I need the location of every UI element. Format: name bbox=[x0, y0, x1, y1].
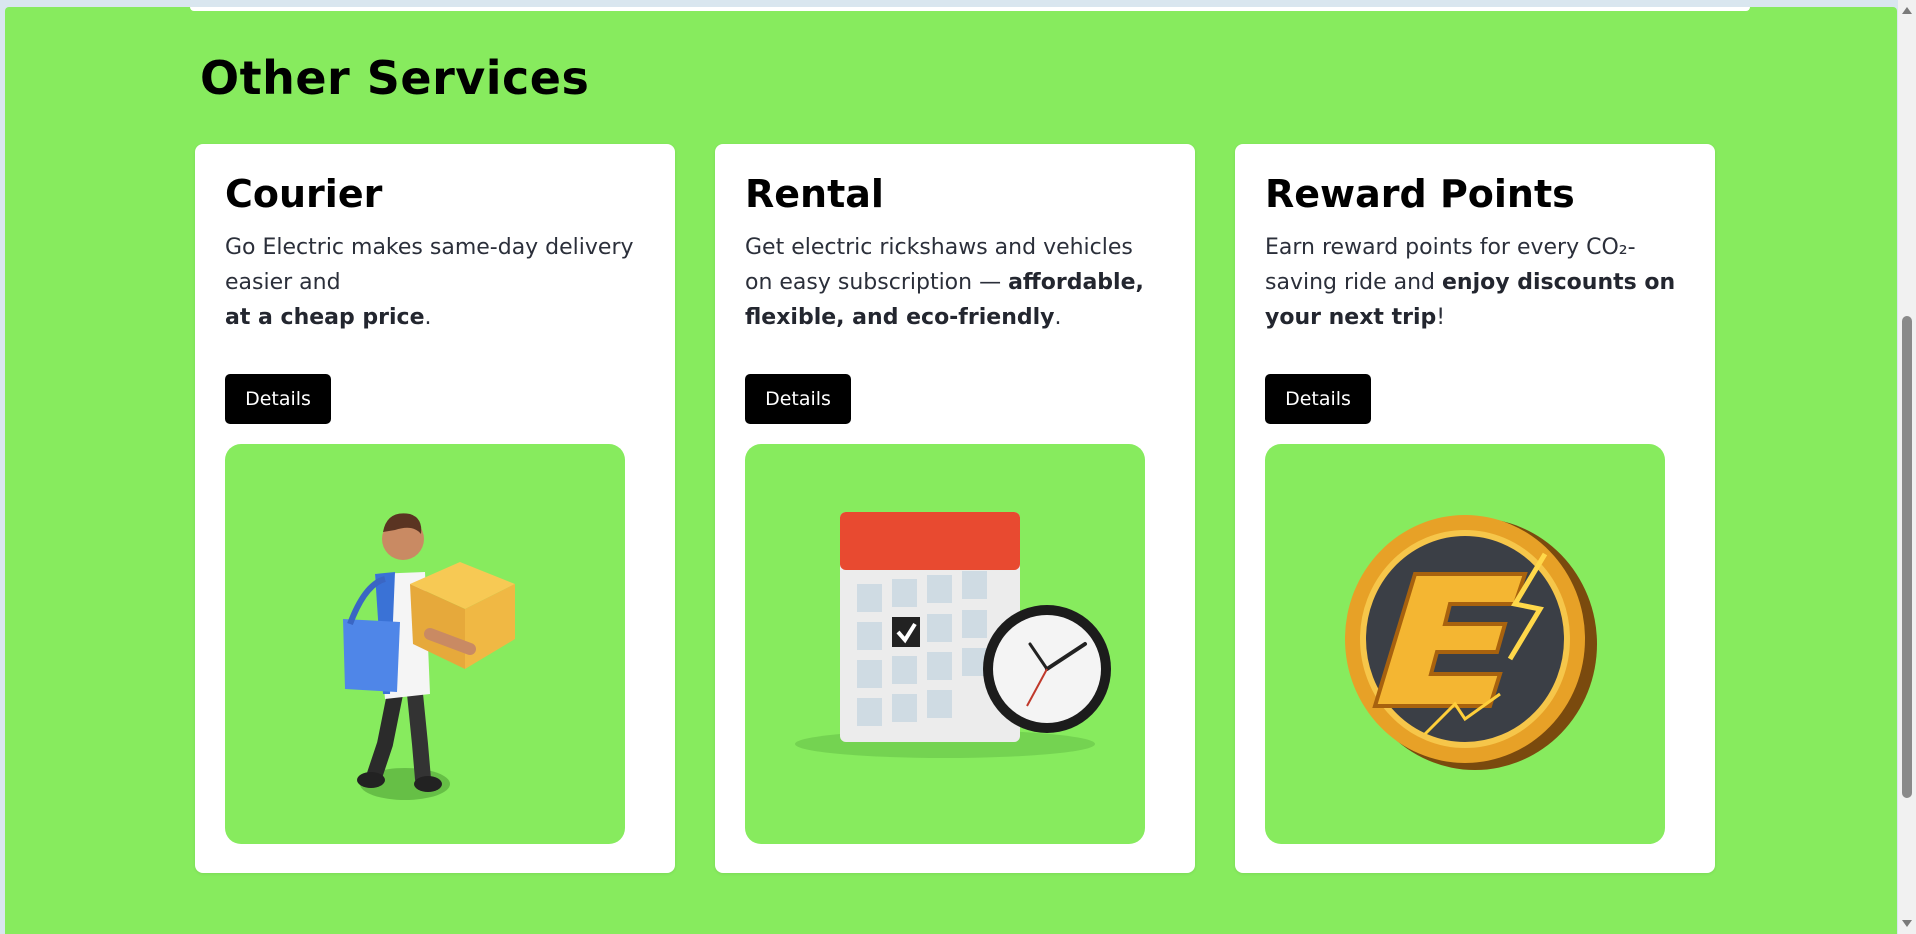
section-title: Other Services bbox=[200, 51, 590, 105]
card-description: Earn reward points for every CO₂-saving … bbox=[1265, 230, 1685, 335]
reward-details-button[interactable]: Details bbox=[1265, 374, 1371, 424]
card-title: Rental bbox=[745, 172, 884, 216]
card-description: Get electric rickshaws and vehicles on e… bbox=[745, 230, 1165, 335]
scrollbar-thumb[interactable] bbox=[1902, 316, 1912, 798]
courier-details-button[interactable]: Details bbox=[225, 374, 331, 424]
card-description: Go Electric makes same-day delivery easi… bbox=[225, 230, 645, 335]
desc-bold: at a cheap price bbox=[225, 305, 425, 330]
rental-details-button[interactable]: Details bbox=[745, 374, 851, 424]
card-title: Reward Points bbox=[1265, 172, 1575, 216]
desc-end: . bbox=[424, 305, 432, 330]
desc-end: . bbox=[1054, 305, 1062, 330]
services-section: Other Services Courier Go Electric makes… bbox=[5, 7, 1897, 934]
service-card-courier: Courier Go Electric makes same-day deliv… bbox=[195, 144, 675, 873]
card-title: Courier bbox=[225, 172, 383, 216]
calendar-clock-icon bbox=[745, 444, 1145, 844]
delivery-person-icon bbox=[225, 444, 625, 844]
service-card-rental: Rental Get electric rickshaws and vehicl… bbox=[715, 144, 1195, 873]
desc-end: ! bbox=[1436, 305, 1446, 330]
reward-coin-icon bbox=[1265, 444, 1665, 844]
scroll-up-arrow-icon[interactable] bbox=[1902, 7, 1912, 14]
service-card-reward-points: Reward Points Earn reward points for eve… bbox=[1235, 144, 1715, 873]
previous-section-edge bbox=[190, 7, 1750, 11]
scroll-down-arrow-icon[interactable] bbox=[1902, 920, 1912, 927]
vertical-scrollbar[interactable] bbox=[1898, 0, 1916, 934]
desc-text: Go Electric makes same-day delivery easi… bbox=[225, 235, 634, 295]
